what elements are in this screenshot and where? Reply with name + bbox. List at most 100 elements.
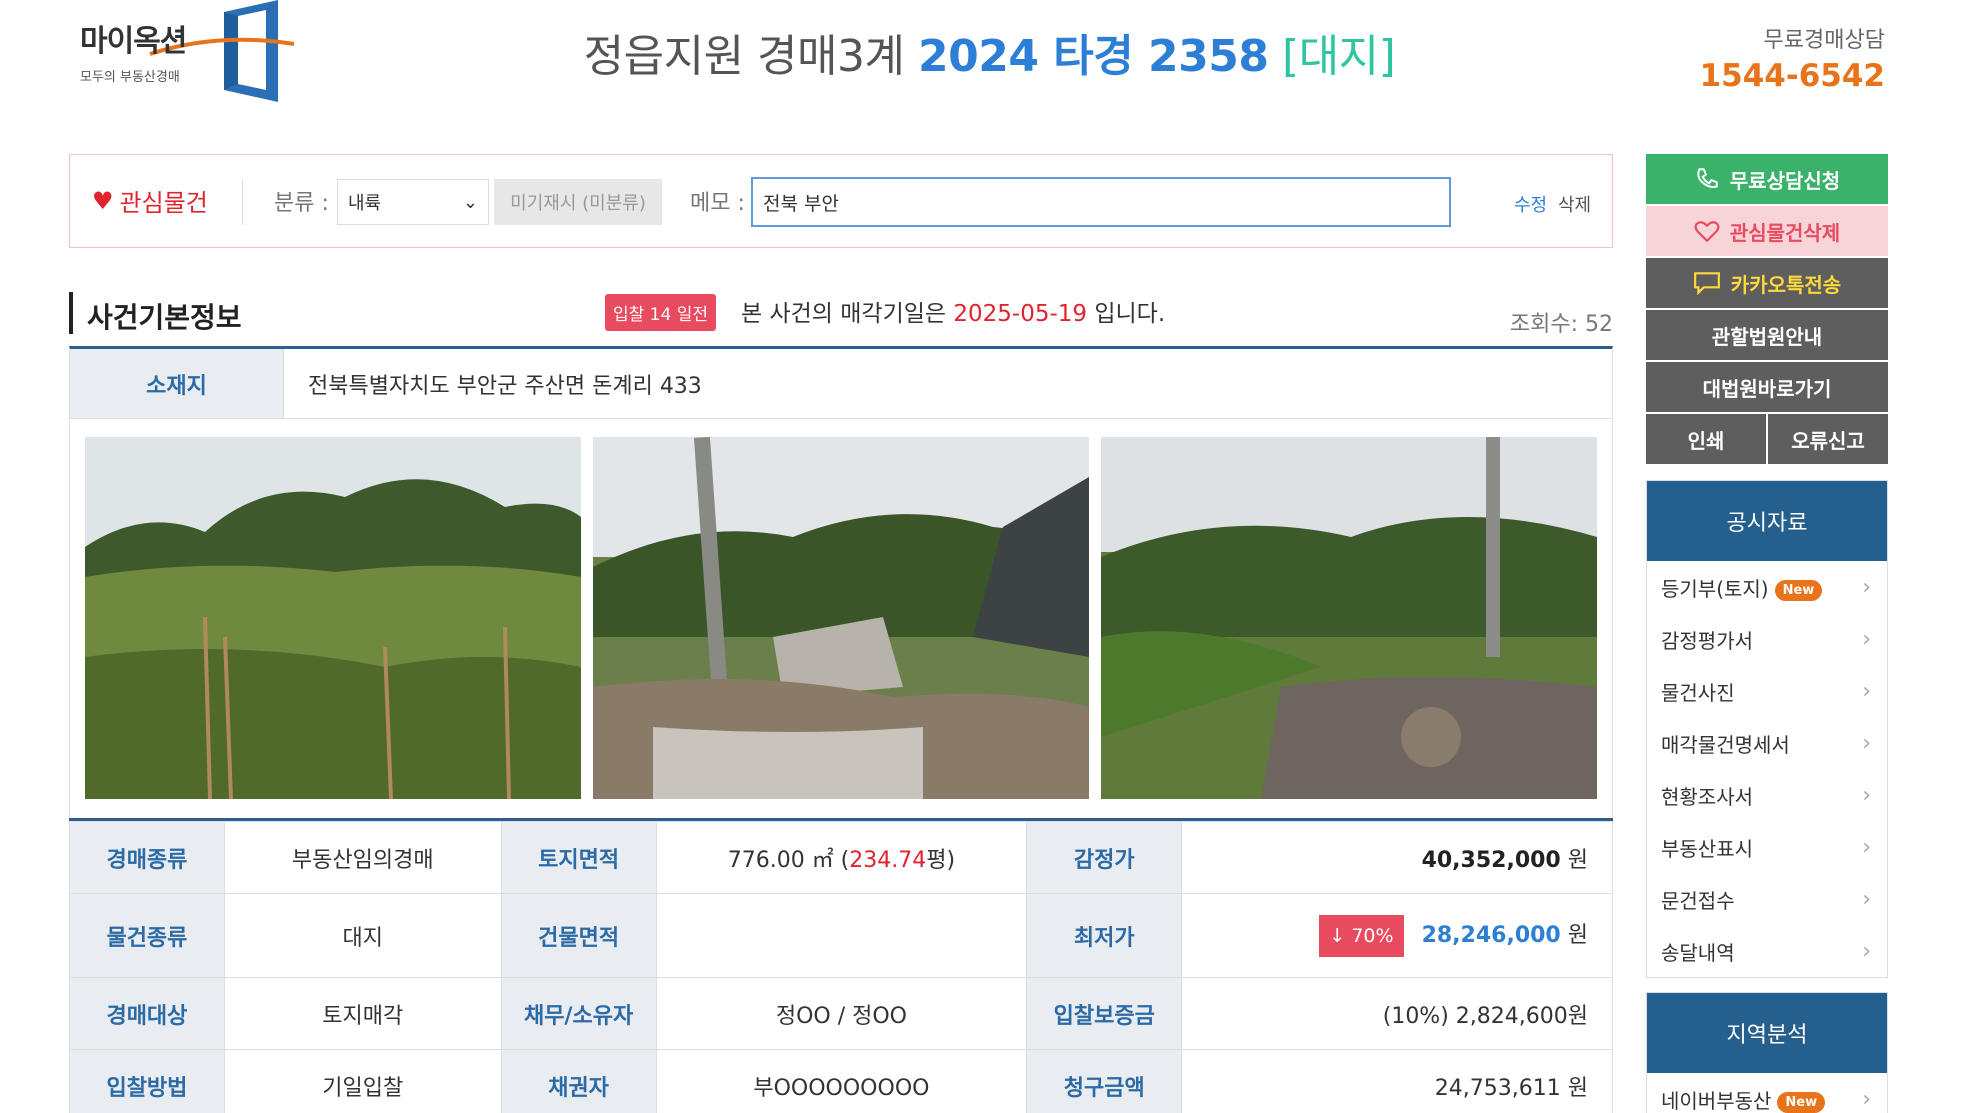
- favorite-toggle[interactable]: ♥ 관심물건: [92, 183, 208, 218]
- category-select[interactable]: 내륙 ⌄: [337, 179, 489, 225]
- doc-item-photos[interactable]: 물건사진 ›: [1647, 665, 1887, 717]
- photo-gallery: [69, 419, 1613, 819]
- view-count: 조회수: 52: [1509, 312, 1613, 337]
- region-item-naver[interactable]: 네이버부동산 New ›: [1647, 1073, 1887, 1113]
- currency-unit: 원: [1567, 847, 1588, 873]
- new-badge: New: [1777, 1091, 1826, 1113]
- address-label: 소재지: [70, 349, 284, 418]
- category-tag[interactable]: 미기재시 (미분류): [494, 179, 662, 225]
- appraisal-value: 40,352,000: [1421, 847, 1561, 873]
- favorite-label: 관심물건: [119, 189, 208, 217]
- table-row: 물건종류 대지 건물면적 최저가 ↓ 70% 28,246,000 원: [69, 893, 1613, 978]
- doc-item-label: 물건사진: [1661, 680, 1735, 705]
- title-property-kind: [대지]: [1282, 31, 1396, 82]
- page-title: 정읍지원 경매3계 2024 타경 2358 [대지]: [0, 20, 1979, 84]
- doc-item-appraisal[interactable]: 감정평가서 ›: [1647, 613, 1887, 665]
- chevron-right-icon: ›: [1862, 886, 1871, 912]
- property-photo[interactable]: [593, 437, 1089, 799]
- delete-favorite-button[interactable]: 관심물건삭제: [1646, 206, 1888, 256]
- chevron-right-icon: ›: [1862, 574, 1871, 600]
- notice-prefix: 본 사건의 매각기일은: [741, 301, 954, 327]
- sidebar: 무료상담신청 관심물건삭제 카카오톡전송 관할법원안내 대법원바로가기 인쇄 오…: [1646, 154, 1888, 1113]
- property-photo[interactable]: [1101, 437, 1597, 799]
- chat-bubble-icon: [1693, 272, 1720, 295]
- doc-item-document-receipt[interactable]: 문건접수 ›: [1647, 873, 1887, 925]
- header-cell: 채권자: [500, 1049, 657, 1113]
- discount-rate-badge: ↓ 70%: [1319, 914, 1404, 957]
- heart-outline-icon: [1694, 221, 1720, 243]
- region-item-label: 네이버부동산 New: [1661, 1085, 1826, 1113]
- chevron-right-icon: ›: [1862, 626, 1871, 652]
- page-header: 마이옥션 모두의 부동산경매 정읍지원 경매3계 2024 타경 2358 [대…: [0, 0, 1979, 120]
- contact-label: 무료경매상담: [1763, 28, 1885, 53]
- print-button[interactable]: 인쇄: [1646, 414, 1766, 464]
- section-title: 사건기본정보: [87, 301, 242, 334]
- header-cell: 경매종류: [69, 821, 225, 894]
- region-item-text: 네이버부동산: [1661, 1088, 1772, 1113]
- doc-item-property-display[interactable]: 부동산표시 ›: [1647, 821, 1887, 873]
- doc-item-status-report[interactable]: 현황조사서 ›: [1647, 769, 1887, 821]
- header-cell: 감정가: [1026, 821, 1183, 894]
- heading-bar: [69, 292, 73, 334]
- court-guide-button[interactable]: 관할법원안내: [1646, 310, 1888, 360]
- doc-item-label: 매각물건명세서: [1661, 732, 1790, 757]
- header-cell: 경매대상: [69, 977, 225, 1050]
- chevron-right-icon: ›: [1862, 782, 1871, 808]
- field-photo-image: [85, 437, 581, 799]
- doc-item-registry[interactable]: 등기부(토지) New ›: [1647, 561, 1887, 613]
- new-badge: New: [1774, 579, 1823, 601]
- min-price-value: 28,246,000: [1421, 922, 1561, 948]
- header-cell: 입찰방법: [69, 1049, 225, 1113]
- doc-item-label: 현황조사서: [1661, 784, 1753, 809]
- divider: [242, 179, 243, 225]
- property-photo[interactable]: [85, 437, 581, 799]
- sale-date-notice: 본 사건의 매각기일은 2025-05-19 입니다.: [741, 294, 1165, 328]
- value-cell: (10%) 2,824,600원: [1181, 977, 1613, 1050]
- region-analysis-panel: 지역분석 네이버부동산 New ›: [1646, 992, 1888, 1113]
- region-analysis-title: 지역분석: [1647, 993, 1887, 1073]
- title-court: 정읍지원 경매3계: [583, 31, 905, 82]
- header-cell: 토지면적: [500, 821, 657, 894]
- interest-bar: ♥ 관심물건 분류 : 내륙 ⌄ 미기재시 (미분류) 메모 : 전북 부안 수…: [69, 154, 1613, 248]
- report-error-button[interactable]: 오류신고: [1768, 414, 1888, 464]
- kakao-send-label: 카카오톡전송: [1730, 272, 1842, 297]
- header-cell: 채무/소유자: [500, 977, 657, 1050]
- value-cell: 토지매각: [223, 977, 502, 1050]
- land-area-unit: 평): [926, 847, 956, 873]
- chevron-right-icon: ›: [1862, 1086, 1871, 1112]
- land-area-pyeong: 234.74: [849, 847, 927, 873]
- address-value: 전북특별자치도 부안군 주산면 돈계리 433: [308, 373, 702, 399]
- header-cell: 물건종류: [69, 893, 225, 978]
- value-cell: 정OO / 정OO: [655, 977, 1028, 1050]
- public-docs-title: 공시자료: [1647, 481, 1887, 561]
- memo-edit-button[interactable]: 수정: [1514, 191, 1547, 217]
- value-cell: 부OOOOOOOOO: [655, 1049, 1028, 1113]
- chevron-right-icon: ›: [1862, 678, 1871, 704]
- doc-item-label: 송달내역: [1661, 940, 1735, 965]
- chevron-right-icon: ›: [1862, 938, 1871, 964]
- public-docs-panel: 공시자료 등기부(토지) New › 감정평가서 › 물건사진 › 매각물건명세서 › …: [1646, 480, 1888, 978]
- kakao-send-button[interactable]: 카카오톡전송: [1646, 258, 1888, 308]
- supreme-court-button[interactable]: 대법원바로가기: [1646, 362, 1888, 412]
- doc-item-label: 등기부(토지) New: [1661, 573, 1823, 602]
- currency-unit: 원: [1567, 922, 1588, 948]
- header-cell: 청구금액: [1026, 1049, 1183, 1113]
- value-cell: 부동산임의경매: [223, 821, 502, 894]
- memo-input[interactable]: 전북 부안: [751, 177, 1451, 227]
- delete-favorite-label: 관심물건삭제: [1729, 220, 1841, 245]
- doc-item-label: 감정평가서: [1661, 628, 1753, 653]
- title-case-number: 2024 타경 2358: [918, 31, 1269, 82]
- chevron-right-icon: ›: [1862, 834, 1871, 860]
- value-cell: [655, 893, 1028, 978]
- header-cell: 건물면적: [500, 893, 657, 978]
- memo-delete-button[interactable]: 삭제: [1558, 191, 1591, 217]
- doc-item-label: 부동산표시: [1661, 836, 1753, 861]
- doc-item-delivery-history[interactable]: 송달내역 ›: [1647, 925, 1887, 977]
- value-cell: 대지: [223, 893, 502, 978]
- doc-item-sale-statement[interactable]: 매각물건명세서 ›: [1647, 717, 1887, 769]
- contact-phone[interactable]: 1544-6542: [1700, 58, 1885, 94]
- notice-suffix: 입니다.: [1087, 301, 1166, 327]
- consult-button[interactable]: 무료상담신청: [1646, 154, 1888, 204]
- consult-label: 무료상담신청: [1729, 168, 1841, 193]
- contact-info: 무료경매상담 1544-6542: [1700, 22, 1885, 94]
